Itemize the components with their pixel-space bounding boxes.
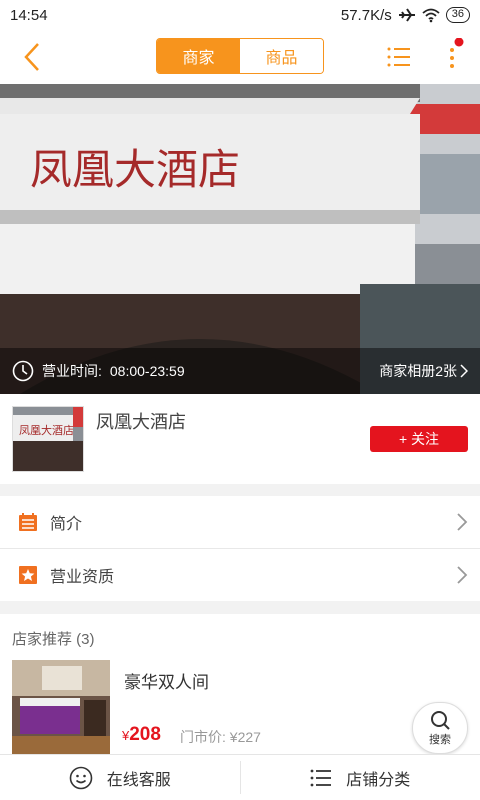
tab-merchant[interactable]: 商家 xyxy=(157,39,240,73)
chevron-right-icon xyxy=(457,513,468,531)
shop-info-row: 凤凰大酒店 凤凰大酒店 + 关注 xyxy=(0,394,480,484)
price-value: 208 xyxy=(129,724,161,745)
search-button[interactable]: 搜索 xyxy=(412,702,468,754)
status-time: 14:54 xyxy=(10,6,48,24)
business-hours: 营业时间: 08:00-23:59 xyxy=(12,360,185,382)
product-name: 豪华双人间 xyxy=(124,673,209,692)
battery-indicator: 36 xyxy=(445,7,470,23)
wifi-icon xyxy=(422,8,440,23)
tab-products[interactable]: 商品 xyxy=(240,39,323,73)
album-link[interactable]: 商家相册2张 xyxy=(379,361,468,381)
hours-value: 08:00-23:59 xyxy=(109,363,185,379)
hero-info-bar: 营业时间: 08:00-23:59 商家相册2张 xyxy=(0,348,480,394)
thumbnail-sign-text: 凤凰大酒店 xyxy=(19,423,74,437)
follow-button[interactable]: + 关注 xyxy=(370,426,468,452)
search-icon xyxy=(431,711,450,730)
network-speed: 57.7K/s xyxy=(340,6,392,24)
product-price: ¥208 xyxy=(122,724,161,746)
original-price: 门市价: ¥227 xyxy=(180,729,261,745)
product-image[interactable] xyxy=(12,660,110,754)
chevron-right-icon xyxy=(457,566,468,584)
section-title: 店家推荐 (3) xyxy=(12,631,95,648)
menu-item-intro[interactable]: 简介 xyxy=(0,496,480,548)
hours-label: 营业时间: xyxy=(42,363,102,379)
airplane-icon xyxy=(398,8,415,22)
shop-thumbnail[interactable]: 凤凰大酒店 xyxy=(12,406,84,472)
sign-text: 凤凰大酒店 xyxy=(30,145,240,194)
smiley-chat-icon xyxy=(69,766,93,789)
menu-item-license[interactable]: 营业资质 xyxy=(0,549,480,601)
shop-category-label: 店铺分类 xyxy=(346,771,411,789)
bottom-action-bar: 在线客服 店铺分类 xyxy=(0,754,480,800)
shop-category-button[interactable]: 店铺分类 xyxy=(241,755,480,800)
star-badge-icon xyxy=(19,566,37,584)
search-label: 搜索 xyxy=(429,734,451,746)
segment-switch: 商家 商品 xyxy=(156,38,324,74)
status-bar: 14:54 57.7K/s 36 xyxy=(0,0,480,30)
more-menu-icon[interactable] xyxy=(440,38,464,76)
menu-item-label: 简介 xyxy=(50,516,83,533)
top-nav-bar: 商家 商品 xyxy=(0,30,480,84)
back-arrow-icon[interactable] xyxy=(20,40,50,74)
online-service-label: 在线客服 xyxy=(106,771,171,789)
list-icon xyxy=(310,769,332,786)
shop-name: 凤凰大酒店 xyxy=(96,412,186,432)
album-label: 商家相册2张 xyxy=(379,363,457,379)
clock-icon xyxy=(12,360,34,382)
document-icon xyxy=(19,513,37,531)
status-indicators: 57.7K/s 36 xyxy=(341,7,470,24)
online-service-button[interactable]: 在线客服 xyxy=(0,755,240,800)
menu-item-label: 营业资质 xyxy=(50,569,115,586)
chevron-right-icon xyxy=(460,364,468,378)
shop-recommendations: 店家推荐 (3) 豪华双人间 ¥208 门市价: ¥227 xyxy=(0,614,480,754)
list-icon[interactable] xyxy=(386,44,412,70)
storefront-photo[interactable]: 凤凰大酒店 营业时间: 08:00-23:59 商家相册2张 xyxy=(0,84,480,394)
